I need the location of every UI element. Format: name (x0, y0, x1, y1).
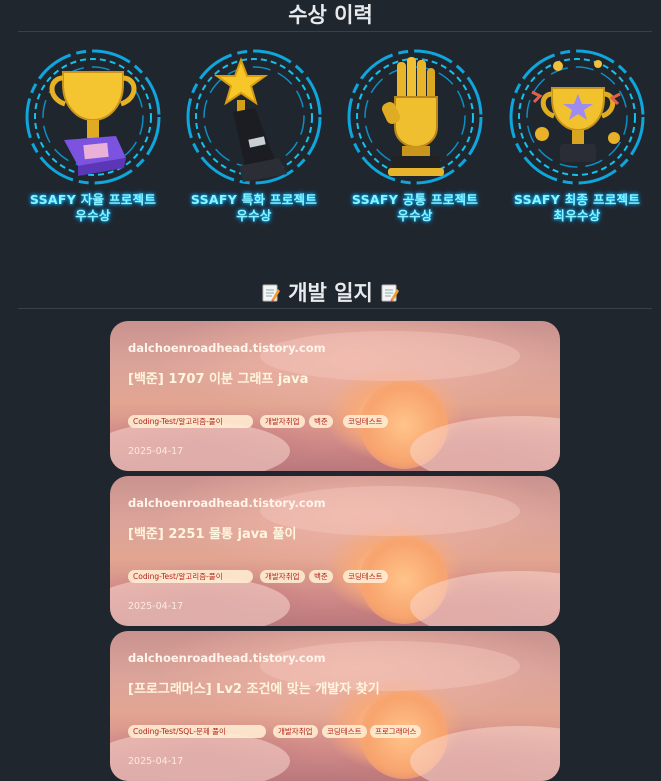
post-domain: dalchoenroadhead.tistory.com (128, 496, 326, 510)
devlog-title-text: 개발 일지 (288, 281, 373, 305)
blog-post-card[interactable]: dalchoenroadhead.tistory.com [백준] 1707 이… (110, 321, 560, 471)
post-title[interactable]: [백준] 1707 이분 그래프 java (128, 368, 308, 387)
award-item: SSAFY 특화 프로젝트 우수상 (179, 42, 329, 224)
award-label: SSAFY 공통 프로젝트 우수상 (351, 192, 479, 223)
blog-post-card[interactable]: dalchoenroadhead.tistory.com [프로그래머스] Lv… (110, 631, 560, 781)
post-domain: dalchoenroadhead.tistory.com (128, 651, 326, 665)
star-cup-trophy-icon (509, 49, 645, 185)
post-title[interactable]: [백준] 2251 물통 java 풀이 (128, 523, 296, 542)
award-label: SSAFY 최종 프로젝트 최우수상 (513, 192, 641, 223)
awards-divider (18, 31, 652, 32)
post-tag[interactable]: Coding-Test/SQL-문제 풀이 (128, 725, 266, 738)
award-label: SSAFY 특화 프로젝트 우수상 (190, 192, 318, 223)
devlog-title: 개발 일지 (0, 277, 661, 307)
post-title[interactable]: [프로그래머스] Lv2 조건에 맞는 개발자 찾기 (128, 678, 380, 697)
post-tag[interactable]: Coding-Test/알고리즘-풀이 (128, 415, 253, 428)
post-tag[interactable]: 백준 (309, 415, 333, 428)
awards-list: SSAFY 자율 프로젝트 우수상 SSAFY 특화 프로젝트 우수상 SSAF… (18, 42, 652, 232)
post-date: 2025-04-17 (128, 601, 184, 612)
post-date: 2025-04-17 (128, 756, 184, 767)
trophy-icon (25, 49, 161, 185)
memo-icon (262, 284, 280, 302)
post-tag[interactable]: 백준 (309, 570, 333, 583)
post-tag[interactable]: 코딩테스트 (343, 415, 388, 428)
post-tag[interactable]: 코딩테스트 (322, 725, 367, 738)
post-tag[interactable]: 개발자취업 (260, 570, 305, 583)
award-item: SSAFY 자율 프로젝트 우수상 (18, 42, 168, 224)
glove-trophy-icon (347, 49, 483, 185)
post-tag[interactable]: 프로그래머스 (370, 725, 422, 738)
post-tag[interactable]: Coding-Test/알고리즘-풀이 (128, 570, 253, 583)
award-item: SSAFY 최종 프로젝트 최우수상 (502, 42, 652, 224)
award-label: SSAFY 자율 프로젝트 우수상 (29, 192, 157, 223)
post-domain: dalchoenroadhead.tistory.com (128, 341, 326, 355)
blog-post-card[interactable]: dalchoenroadhead.tistory.com [백준] 2251 물… (110, 476, 560, 626)
star-trophy-icon (186, 49, 322, 185)
post-date: 2025-04-17 (128, 446, 184, 457)
memo-icon (381, 284, 400, 302)
post-tag[interactable]: 코딩테스트 (343, 570, 388, 583)
awards-title: 수상 이력 (288, 3, 373, 27)
award-item: SSAFY 공통 프로젝트 우수상 (340, 42, 490, 224)
post-tag[interactable]: 개발자취업 (260, 415, 305, 428)
post-tag[interactable]: 개발자취업 (273, 725, 318, 738)
devlog-divider (18, 308, 652, 309)
